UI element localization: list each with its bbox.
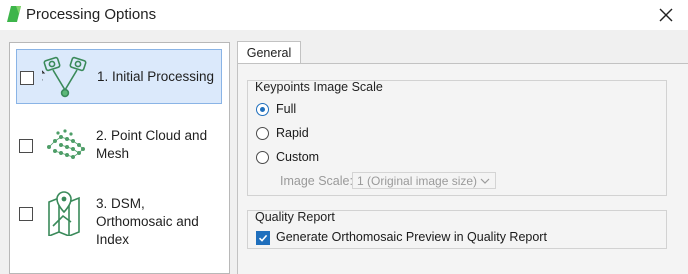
step-label: 2. Point Cloud and Mesh	[96, 128, 208, 161]
window-title: Processing Options	[26, 6, 157, 23]
quality-report-group: Quality Report Generate Orthomosaic Prev…	[247, 210, 667, 249]
close-icon[interactable]	[654, 3, 678, 27]
title-bar: Processing Options	[0, 0, 688, 30]
steps-panel: 1. Initial Processing 2. Point Cloud and…	[9, 42, 230, 274]
tab-general[interactable]: General	[237, 41, 301, 64]
select-value: 1 (Original image size)	[357, 174, 478, 188]
check-icon	[258, 234, 268, 242]
orthomosaic-preview-checkbox[interactable]	[256, 231, 270, 245]
map-location-icon	[48, 191, 80, 236]
image-scale-label: Image Scale:	[280, 174, 353, 188]
chevron-down-icon	[480, 178, 490, 184]
step-label: 1. Initial Processing	[97, 69, 215, 84]
image-scale-select[interactable]: 1 (Original image size)	[352, 172, 496, 189]
step-point-cloud-mesh[interactable]: 2. Point Cloud and Mesh	[16, 117, 222, 172]
radio-button[interactable]	[256, 127, 269, 140]
checkbox-label: Generate Orthomosaic Preview in Quality …	[276, 230, 547, 244]
radio-label: Rapid	[276, 126, 309, 140]
keypoints-tiepoints-icon	[42, 56, 87, 98]
step-checkbox[interactable]	[20, 71, 34, 85]
radio-button[interactable]	[256, 103, 269, 116]
keypoints-image-scale-group: Keypoints Image Scale Full Rapid Custom …	[247, 80, 667, 196]
pix4d-logo-icon	[7, 6, 21, 22]
radio-label: Full	[276, 102, 297, 116]
group-title: Quality Report	[255, 210, 335, 224]
step-initial-processing[interactable]: 1. Initial Processing	[16, 49, 222, 104]
group-title: Keypoints Image Scale	[255, 80, 383, 94]
radio-button[interactable]	[256, 151, 269, 164]
step-dsm-orthomosaic-index[interactable]: 3. DSM, Orthomosaic and Index	[16, 185, 222, 247]
step-checkbox[interactable]	[19, 139, 33, 153]
tab-content: Keypoints Image Scale Full Rapid Custom …	[237, 63, 688, 274]
step-label: 3. DSM, Orthomosaic and Index	[96, 196, 199, 247]
radio-label: Custom	[276, 150, 320, 164]
point-cloud-icon	[47, 129, 85, 159]
step-checkbox[interactable]	[19, 207, 33, 221]
